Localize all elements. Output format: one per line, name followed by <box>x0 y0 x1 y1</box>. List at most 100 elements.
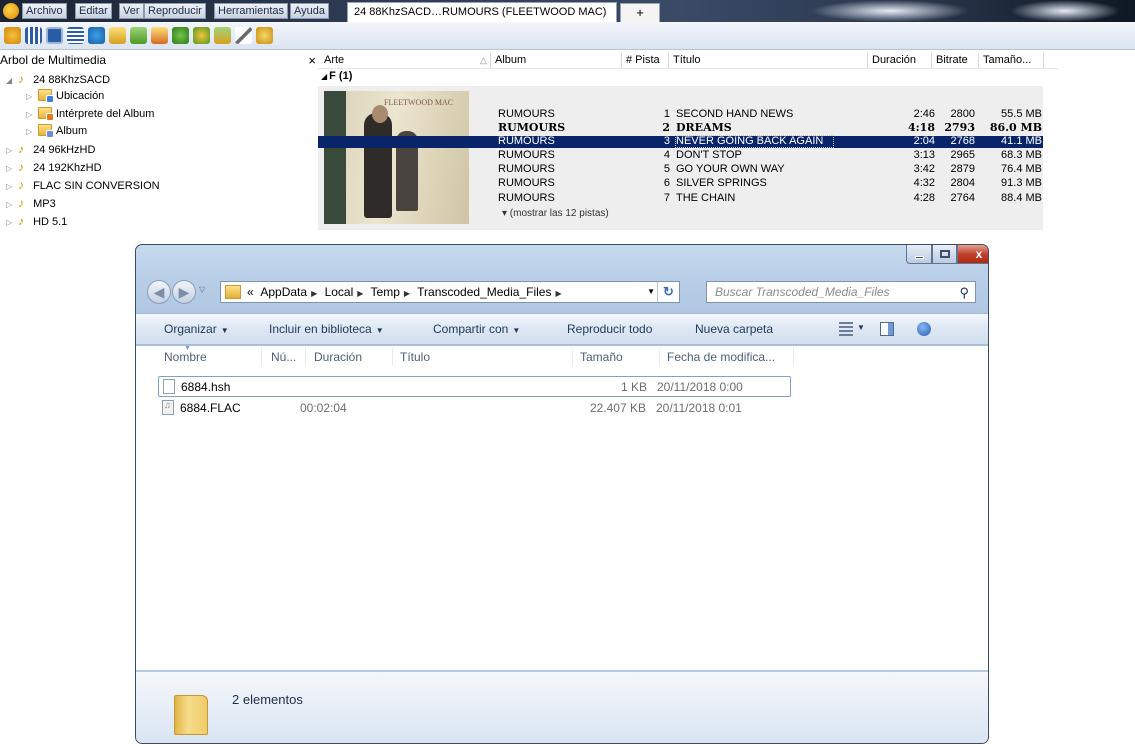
show-all-tracks-link[interactable]: ▾ (mostrar las 12 pistas) <box>502 208 609 219</box>
expand-arrow-icon[interactable]: ▷ <box>26 110 38 119</box>
breadcrumb-overflow[interactable]: « <box>247 285 254 299</box>
play-all-button[interactable]: Reproducir todo <box>567 322 652 336</box>
group-header[interactable]: ◢ F (1) <box>321 70 352 82</box>
expand-arrow-icon[interactable]: ▷ <box>6 200 18 209</box>
column-divider[interactable] <box>1043 53 1044 68</box>
track-row[interactable]: RUMOURS 6 SILVER SPRINGS 4:32 2804 91.3 … <box>318 178 1043 189</box>
tree-node-flac-sin-conversion[interactable]: ▷ ♪ FLAC SIN CONVERSION <box>6 178 160 193</box>
add-folder-icon[interactable] <box>109 27 126 44</box>
help-icon[interactable] <box>917 322 931 336</box>
menu-reproducir[interactable]: Reproducir <box>144 3 206 19</box>
breadcrumb-separator-icon[interactable]: ▶ <box>311 289 317 298</box>
breadcrumb-separator-icon[interactable]: ▶ <box>404 289 410 298</box>
column-duracion[interactable]: Duración <box>314 350 362 364</box>
minimize-button[interactable] <box>906 245 932 264</box>
expand-arrow-icon[interactable]: ▷ <box>26 92 38 101</box>
tree-node-24-88khzsacd[interactable]: ◢ ♪ 24 88KhzSACD <box>6 72 110 87</box>
tree-node-album[interactable]: ▷ Album <box>26 124 87 139</box>
address-bar[interactable]: « AppData ▶ Local ▶ Temp ▶ Transcoded_Media… <box>220 281 680 303</box>
tree-node-24-96khzhd[interactable]: ▷ ♪ 24 96kHzHD <box>6 142 95 157</box>
column-tamano[interactable]: Tamaño... <box>983 54 1031 66</box>
detail-view-icon[interactable] <box>46 27 63 44</box>
tab-current-album[interactable]: 24 88KhzSACD…RUMOURS (FLEETWOOD MAC) <box>347 2 617 22</box>
tree-node-mp3[interactable]: ▷ ♪ MP3 <box>6 196 56 211</box>
column-titulo[interactable]: Título <box>673 54 701 66</box>
convert-icon[interactable] <box>193 27 210 44</box>
file-row[interactable]: 6884.hsh 1 KB 20/11/2018 0:00 <box>158 376 791 397</box>
column-divider[interactable] <box>305 348 306 366</box>
back-button[interactable]: ◀ <box>147 280 171 304</box>
tree-node-hd-5-1[interactable]: ▷ ♪ HD 5.1 <box>6 214 67 229</box>
view-options-icon[interactable] <box>839 322 853 336</box>
expand-arrow-icon[interactable]: ▷ <box>6 146 18 155</box>
wand-icon[interactable] <box>235 27 252 44</box>
share-with-button[interactable]: Compartir con ▼ <box>433 322 520 336</box>
sync-icon[interactable] <box>214 27 231 44</box>
expand-arrow-icon[interactable]: ▷ <box>6 164 18 173</box>
thumbnail-view-icon[interactable] <box>25 27 42 44</box>
expand-arrow-icon[interactable]: ◢ <box>6 76 18 85</box>
settings-icon[interactable] <box>4 27 21 44</box>
close-button[interactable]: x <box>957 245 988 264</box>
search-input[interactable] <box>715 284 945 300</box>
maximize-button[interactable] <box>932 245 957 264</box>
list-view-icon[interactable] <box>67 27 84 44</box>
column-numero[interactable]: Nú... <box>271 350 296 364</box>
breadcrumb-item[interactable]: AppData <box>260 285 307 299</box>
track-row[interactable]: RUMOURS 1 SECOND HAND NEWS 2:46 2800 55.… <box>318 109 1043 120</box>
track-row-selected[interactable]: RUMOURS 3 NEVER GOING BACK AGAIN 2:04 27… <box>318 135 1043 148</box>
breadcrumb-item[interactable]: Transcoded_Media_Files <box>417 285 551 299</box>
column-fecha[interactable]: Fecha de modifica... <box>667 350 775 364</box>
breadcrumb-item[interactable]: Local <box>325 285 354 299</box>
column-divider[interactable] <box>621 53 622 68</box>
collapse-arrow-icon[interactable]: ◢ <box>321 72 327 81</box>
column-album[interactable]: Album <box>495 54 526 66</box>
expand-arrow-icon[interactable]: ▷ <box>26 127 38 136</box>
column-bitrate[interactable]: Bitrate <box>936 54 968 66</box>
track-row[interactable]: RUMOURS 7 THE CHAIN 4:28 2764 88.4 MB <box>318 193 1043 204</box>
add-files-icon[interactable] <box>130 27 147 44</box>
tree-node-interprete[interactable]: ▷ Intérprete del Album <box>26 107 154 122</box>
breadcrumb-item[interactable]: Temp <box>371 285 400 299</box>
tree-node-24-192khzhd[interactable]: ▷ ♪ 24 192KhzHD <box>6 160 102 175</box>
column-titulo[interactable]: Título <box>400 350 430 364</box>
refresh-icon[interactable]: ↻ <box>657 282 679 302</box>
organize-button[interactable]: Organizar ▼ <box>164 322 229 336</box>
search-icon[interactable]: ⚲ <box>959 285 969 301</box>
column-divider[interactable] <box>572 348 573 366</box>
expand-arrow-icon[interactable]: ▷ <box>6 182 18 191</box>
column-divider[interactable] <box>867 53 868 68</box>
column-duracion[interactable]: Duración <box>872 54 916 66</box>
menu-archivo[interactable]: Archivo <box>22 3 67 19</box>
column-arte[interactable]: Arte <box>324 54 344 66</box>
preview-pane-icon[interactable] <box>880 322 894 336</box>
new-tab-button[interactable]: + <box>620 3 660 22</box>
column-divider[interactable] <box>261 348 262 366</box>
column-tamano[interactable]: Tamaño <box>580 350 623 364</box>
column-divider[interactable] <box>659 348 660 366</box>
column-divider[interactable] <box>668 53 669 68</box>
breadcrumb-separator-icon[interactable]: ▶ <box>357 289 363 298</box>
menu-editar[interactable]: Editar <box>75 3 112 19</box>
new-folder-button[interactable]: Nueva carpeta <box>695 322 773 336</box>
tree-node-ubicacion[interactable]: ▷ Ubicación <box>26 89 104 104</box>
include-in-library-button[interactable]: Incluir en biblioteca ▼ <box>269 322 384 336</box>
view-options-dropdown[interactable]: ▼ <box>857 323 865 332</box>
column-divider[interactable] <box>793 348 794 366</box>
menu-herramientas[interactable]: Herramientas <box>214 3 289 19</box>
breadcrumb-separator-icon[interactable]: ▶ <box>555 289 561 298</box>
column-divider[interactable] <box>931 53 932 68</box>
forward-button[interactable]: ▶ <box>172 280 196 304</box>
column-nombre[interactable]: Nombre <box>164 350 207 364</box>
recent-pages-dropdown[interactable]: ▽ <box>199 285 205 294</box>
track-row[interactable]: RUMOURS 2 DREAMS 4:18 2793 86.0 MB <box>318 122 1043 133</box>
refresh-icon[interactable] <box>172 27 189 44</box>
menu-ayuda[interactable]: Ayuda <box>290 3 329 19</box>
track-row[interactable]: RUMOURS 4 DON'T STOP 3:13 2965 68.3 MB <box>318 150 1043 161</box>
address-dropdown-icon[interactable]: ▼ <box>647 287 655 296</box>
search-box[interactable]: ⚲ <box>706 281 976 303</box>
column-divider[interactable] <box>490 53 491 68</box>
close-icon[interactable]: × <box>308 53 316 68</box>
file-row[interactable]: 6884.FLAC 00:02:04 22.407 KB 20/11/2018 … <box>158 398 791 419</box>
tag-icon[interactable] <box>88 27 105 44</box>
